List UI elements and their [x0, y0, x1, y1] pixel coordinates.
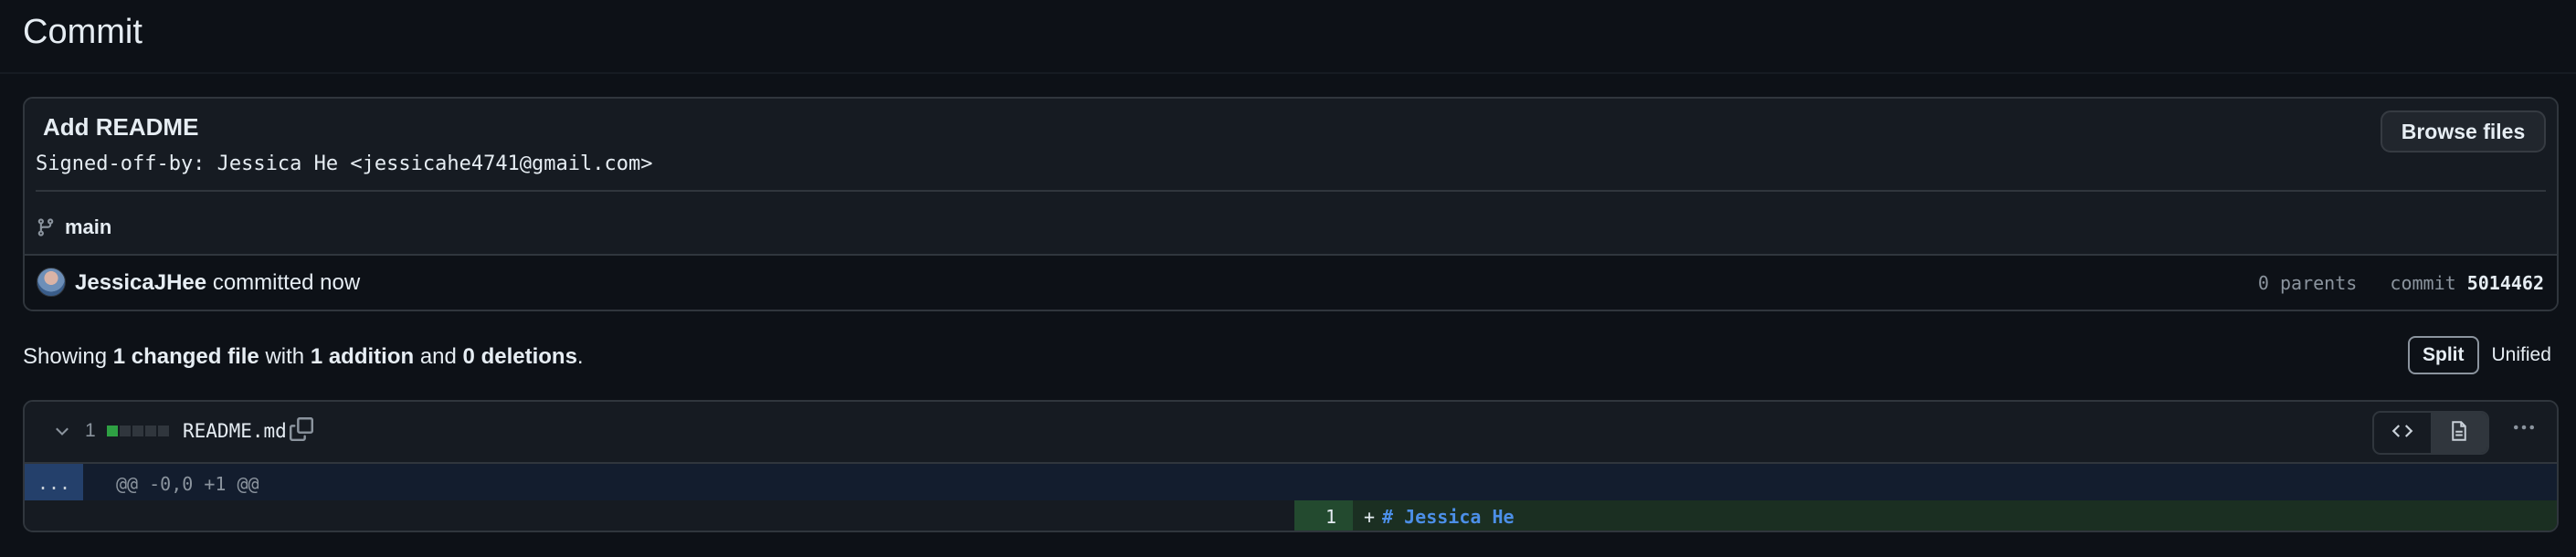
branch-name[interactable]: main: [65, 215, 111, 239]
summary-additions: 1 addition: [310, 344, 415, 369]
title-divider: [0, 72, 2576, 74]
diffstat-box-neutral: [145, 426, 156, 436]
commit-meta: 0 parents commit 5014462: [2258, 272, 2544, 294]
author-name[interactable]: JessicaJHee: [75, 270, 206, 295]
diffstat-box-neutral: [132, 426, 143, 436]
commit-action: committed now: [212, 270, 361, 295]
line-content: # Jessica He: [1382, 505, 1515, 528]
commit-sha[interactable]: 5014462: [2467, 272, 2544, 294]
author-row: JessicaJHee committed now 0 parents comm…: [25, 256, 2557, 310]
diffstat-box-neutral: [120, 426, 131, 436]
hunk-row: ... @@ -0,0 +1 @@: [25, 462, 2557, 502]
unified-view-button[interactable]: Unified: [2479, 336, 2564, 374]
file-view-toggle: [2372, 411, 2489, 455]
page-title: Commit: [23, 13, 143, 51]
summary-prefix: Showing: [23, 344, 108, 369]
hunk-header: @@ -0,0 +1 @@: [116, 473, 259, 495]
code-icon: [2391, 420, 2413, 447]
branch-row: main: [36, 215, 111, 239]
summary-with: with: [265, 344, 305, 369]
parents-count: 0 parents: [2257, 272, 2358, 294]
diffstat-box-neutral: [158, 426, 169, 436]
split-view-button[interactable]: Split: [2408, 336, 2479, 374]
line-number[interactable]: 1: [1294, 500, 1353, 531]
git-branch-icon: [36, 216, 56, 238]
diff-summary: Showing 1 changed file with 1 addition a…: [23, 344, 584, 370]
copy-icon[interactable]: [290, 417, 313, 446]
left-empty-pane: [25, 500, 1294, 531]
rich-view-button[interactable]: [2431, 413, 2487, 453]
line-code: + # Jessica He: [1353, 500, 2557, 531]
header-divider: [36, 190, 2546, 192]
diffstat: [107, 426, 169, 436]
summary-suffix: .: [576, 344, 584, 369]
line-marker: +: [1364, 505, 1376, 528]
diff-line-added: 1 + # Jessica He: [25, 500, 2557, 531]
commit-title: Add README: [43, 113, 199, 141]
diffstat-box-added: [107, 426, 118, 436]
commit-label: commit: [2390, 272, 2456, 294]
changed-lines-count: 1: [85, 420, 96, 441]
summary-and: and: [419, 344, 457, 369]
expand-hunk-button[interactable]: ...: [25, 464, 83, 502]
chevron-down-icon[interactable]: [52, 421, 72, 446]
commit-header: Add README Signed-off-by: Jessica He <je…: [25, 99, 2557, 190]
author-text: JessicaJHee committed now: [75, 270, 360, 296]
code-view-button[interactable]: [2374, 413, 2431, 453]
file-header: 1 README.md: [25, 402, 2557, 462]
file-diff: 1 README.md ... @@ -0,0 +1 @@ 1 + # Jess…: [23, 400, 2559, 532]
summary-files: 1 changed file: [112, 344, 259, 369]
commit-message: Signed-off-by: Jessica He <jessicahe4741…: [36, 152, 653, 175]
view-toggle: Split Unified: [2408, 336, 2564, 374]
browse-files-button[interactable]: Browse files: [2381, 110, 2546, 152]
file-name[interactable]: README.md: [183, 420, 287, 442]
summary-deletions: 0 deletions: [462, 344, 577, 369]
commit-box: Add README Signed-off-by: Jessica He <je…: [23, 97, 2559, 311]
file-icon: [2448, 420, 2470, 447]
avatar[interactable]: [37, 268, 66, 297]
kebab-icon[interactable]: [2511, 418, 2537, 441]
